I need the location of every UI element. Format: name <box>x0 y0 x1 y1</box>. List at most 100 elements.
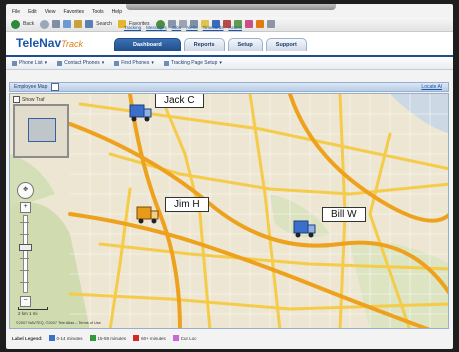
phone-menu-bar: Phone List ▾ Contact Phones ▾ Find Phones ▾… <box>6 57 453 70</box>
menu-tracking-page-setup[interactable]: Tracking Page Setup ▾ <box>163 60 222 66</box>
more-icon[interactable] <box>266 20 275 28</box>
menu-view[interactable]: View <box>45 9 56 15</box>
tab-dashboard[interactable]: Dashboard <box>114 38 181 51</box>
dropdown-icon: ▾ <box>101 60 105 66</box>
truck-icon <box>129 104 152 122</box>
label-legend: Label Legend: 0-14 minutes 15-59 minutes… <box>9 332 452 344</box>
map-copyright: ©2007 NAVTEQ, ©2007 Tele Atlas – Terms o… <box>16 321 101 325</box>
phone-list-label: Phone List <box>19 60 43 66</box>
subnav-assets[interactable]: Assets <box>228 25 242 30</box>
zoom-out-button[interactable]: − <box>20 296 31 307</box>
back-label[interactable]: Back <box>23 21 34 27</box>
telenav-logo: TeleNavTrack <box>16 36 83 50</box>
zoom-tick <box>20 270 29 271</box>
find-phones-label: Find Phones <box>121 60 150 66</box>
pan-control[interactable]: ✥ <box>17 182 34 199</box>
subnav-messages[interactable]: Messages <box>146 25 167 30</box>
tab-setup[interactable]: Setup <box>227 38 263 51</box>
dropdown-icon: ▾ <box>44 60 48 66</box>
home-icon[interactable] <box>74 20 83 28</box>
feed-icon[interactable] <box>255 20 264 28</box>
dropdown-icon: ▾ <box>151 60 154 66</box>
subnav-alerts[interactable]: Alerts <box>186 25 198 30</box>
search-icon[interactable] <box>85 20 94 28</box>
truck-icon <box>293 220 316 238</box>
main-tabs: Dashboard Reports Setup Support <box>114 38 307 51</box>
zoom-tick <box>20 234 29 235</box>
subnav-jobs[interactable]: Jobs <box>172 25 182 30</box>
truck-marker-jim-h[interactable] <box>136 205 160 225</box>
logo-accent: Track <box>61 39 83 49</box>
truck-icon <box>136 206 159 224</box>
panel-title: Employee Map <box>14 84 48 90</box>
employee-map[interactable]: Show Traf ✥ + − 2 km 1 mi ©2007 NAVTEQ, … <box>9 93 449 329</box>
truck-marker-jack-c[interactable] <box>129 103 153 123</box>
legend-swatch-green <box>89 335 96 341</box>
tracking-setup-icon <box>163 60 169 66</box>
forward-icon[interactable] <box>40 19 50 29</box>
marker-label-bill-w[interactable]: Bill W <box>322 207 366 222</box>
employee-map-panel-header: Employee Map Locate Al <box>9 82 449 92</box>
search-label[interactable]: Search <box>96 21 112 27</box>
logo-main: TeleNav <box>16 36 62 50</box>
legend-label: 60+ minutes <box>141 335 166 341</box>
subnav-tracking[interactable]: Tracking <box>124 25 141 30</box>
overview-viewport[interactable] <box>28 118 56 142</box>
subnav-timecards[interactable]: Timecards <box>203 25 224 30</box>
tracking-setup-label: Tracking Page Setup <box>170 60 218 66</box>
dropdown-icon: ▾ <box>219 60 222 66</box>
back-icon[interactable] <box>11 19 20 29</box>
tab-reports[interactable]: Reports <box>183 38 225 51</box>
find-phones-icon <box>114 60 120 66</box>
menu-help[interactable]: Help <box>112 9 122 15</box>
contact-phones-label: Contact Phones <box>64 60 100 66</box>
legend-label: 0-14 minutes <box>56 335 83 341</box>
stop-icon[interactable] <box>52 20 61 28</box>
zoom-control: ✥ + − <box>17 182 34 312</box>
refresh-icon[interactable] <box>63 20 72 28</box>
legend-item: 15-59 minutes <box>89 335 127 341</box>
menu-favorites[interactable]: Favorites <box>63 9 84 15</box>
zoom-tick <box>20 222 29 223</box>
legend-item: 60+ minutes <box>133 335 166 341</box>
legend-item: Cur Loc <box>172 335 197 341</box>
app-header: TeleNavTrack Dashboard Reports Setup Sup… <box>6 32 453 57</box>
legend-title: Label Legend: <box>12 335 43 341</box>
menu-tools[interactable]: Tools <box>92 9 104 15</box>
legend-item: 0-14 minutes <box>48 335 83 341</box>
map-scale: 2 km 1 mi <box>18 307 48 316</box>
menu-contact-phones[interactable]: Contact Phones ▾ <box>57 60 104 66</box>
legend-swatch-purple <box>172 335 179 341</box>
contact-phones-icon <box>57 60 63 66</box>
show-traffic-checkbox[interactable] <box>13 96 20 103</box>
tab-support[interactable]: Support <box>265 38 307 51</box>
addon-icon[interactable] <box>244 20 253 28</box>
legend-swatch-red <box>133 335 140 341</box>
legend-label: Cur Loc <box>180 335 197 341</box>
legend-swatch-blue <box>48 335 55 341</box>
menu-phone-list[interactable]: Phone List ▾ <box>12 60 47 66</box>
phone-list-icon <box>12 60 17 66</box>
truck-marker-bill-w[interactable] <box>293 219 317 239</box>
zoom-tick <box>20 258 29 259</box>
marker-label-jim-h[interactable]: Jim H <box>165 197 209 212</box>
collapse-icon[interactable] <box>51 83 60 91</box>
zoom-in-button[interactable]: + <box>20 202 31 213</box>
menu-file[interactable]: File <box>12 9 20 15</box>
menu-edit[interactable]: Edit <box>28 9 37 15</box>
zoom-tick <box>20 282 29 283</box>
zoom-slider-thumb[interactable] <box>19 244 32 251</box>
overview-map[interactable] <box>13 104 69 158</box>
scale-km: 2 km <box>18 311 28 316</box>
scale-mi: 1 mi <box>29 311 38 316</box>
marker-label-jack-c[interactable]: Jack C <box>155 94 204 108</box>
browser-menu-bar: File Edit View Favorites Tools Help <box>6 8 453 16</box>
map-roads <box>10 94 448 328</box>
locate-all-link[interactable]: Locate Al <box>421 84 442 90</box>
sub-navigation: Tracking Messages Jobs Alerts Timecards … <box>124 25 242 30</box>
show-traffic-toggle[interactable]: Show Traf <box>13 96 45 103</box>
show-traffic-label: Show Traf <box>22 96 45 103</box>
scale-bar <box>18 307 48 310</box>
legend-label: 15-59 minutes <box>97 335 127 341</box>
menu-find-phones[interactable]: Find Phones ▾ <box>114 60 154 66</box>
